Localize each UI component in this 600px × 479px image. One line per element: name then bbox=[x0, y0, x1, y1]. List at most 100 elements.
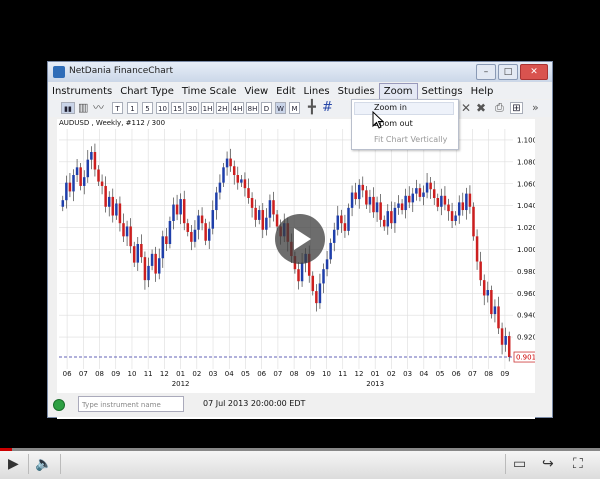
candle-body bbox=[207, 228, 211, 241]
bar-chart-icon[interactable]: ▥ bbox=[78, 101, 88, 115]
candle-body bbox=[422, 192, 425, 197]
candle-body bbox=[393, 207, 397, 224]
candle-body bbox=[390, 211, 393, 224]
subtitles-icon[interactable]: ▭ bbox=[513, 454, 526, 474]
x-tick-label: 03 bbox=[403, 370, 412, 378]
candle-body bbox=[361, 184, 365, 191]
candle-body bbox=[365, 190, 368, 205]
candle-body bbox=[129, 226, 132, 247]
candle-body bbox=[236, 175, 240, 183]
scale-button-t[interactable]: T bbox=[112, 102, 123, 114]
scale-button-1h[interactable]: 1H bbox=[201, 102, 214, 114]
scale-button-5[interactable]: 5 bbox=[142, 102, 153, 114]
hash-icon[interactable]: # bbox=[322, 101, 333, 115]
close-icon[interactable]: ✕ bbox=[461, 101, 471, 115]
candle-body bbox=[93, 152, 97, 170]
candle-body bbox=[254, 207, 257, 220]
candle-body bbox=[86, 159, 90, 178]
menu-chart-type[interactable]: Chart Type bbox=[116, 84, 178, 99]
x-tick-label: 06 bbox=[257, 370, 266, 378]
scale-button-15[interactable]: 15 bbox=[171, 102, 184, 114]
x-tick-label: 08 bbox=[484, 370, 493, 378]
menu-settings[interactable]: Settings bbox=[418, 84, 467, 99]
candle-body bbox=[425, 182, 429, 193]
candle-body bbox=[250, 198, 254, 208]
menu-view[interactable]: View bbox=[240, 84, 272, 99]
close-window-button[interactable]: ✕ bbox=[520, 64, 548, 80]
candle-body bbox=[375, 202, 379, 213]
video-progress-bar[interactable] bbox=[0, 448, 600, 451]
candle-body bbox=[168, 221, 172, 244]
x-tick-label: 01 bbox=[371, 370, 380, 378]
fullscreen-icon[interactable]: ⛶ bbox=[573, 454, 583, 474]
scale-button-8h[interactable]: 8H bbox=[246, 102, 259, 114]
more-icon[interactable]: » bbox=[532, 101, 539, 115]
y-tick-label: 1.0200 bbox=[517, 224, 535, 232]
candle-body bbox=[118, 203, 122, 224]
scale-button-30[interactable]: 30 bbox=[186, 102, 199, 114]
share-icon[interactable]: ↪ bbox=[542, 454, 554, 474]
x-tick-label: 09 bbox=[500, 370, 509, 378]
x-tick-label: 11 bbox=[338, 370, 347, 378]
candle-body bbox=[490, 290, 493, 315]
menu-edit[interactable]: Edit bbox=[272, 84, 299, 99]
volume-icon[interactable]: 🔈 bbox=[35, 454, 52, 474]
line-chart-icon[interactable]: 〰 bbox=[93, 101, 104, 115]
print-icon[interactable]: ⎙ bbox=[495, 101, 504, 115]
scale-button-1[interactable]: 1 bbox=[127, 102, 138, 114]
candle-body bbox=[200, 215, 204, 224]
candle-body bbox=[97, 169, 100, 182]
candle-body bbox=[465, 193, 468, 211]
x-tick-label: 02 bbox=[192, 370, 201, 378]
crosshair-icon[interactable]: ╋ bbox=[308, 101, 316, 115]
y-tick-label: 0.9800 bbox=[517, 268, 535, 276]
candle-body bbox=[75, 167, 79, 175]
candle-body bbox=[468, 193, 472, 207]
x-tick-label: 10 bbox=[322, 370, 331, 378]
scale-button-w[interactable]: W bbox=[275, 102, 286, 114]
menu-help[interactable]: Help bbox=[467, 84, 498, 99]
candle-body bbox=[211, 210, 215, 229]
scale-button-2h[interactable]: 2H bbox=[216, 102, 229, 114]
menu-studies[interactable]: Studies bbox=[334, 84, 379, 99]
candle-body bbox=[415, 188, 418, 194]
scale-button-m[interactable]: M bbox=[289, 102, 300, 114]
menu-instruments[interactable]: Instruments bbox=[48, 84, 116, 99]
x-tick-label: 04 bbox=[225, 370, 234, 378]
x-tick-label: 07 bbox=[273, 370, 282, 378]
maximize-button[interactable]: □ bbox=[498, 64, 518, 80]
candle-body bbox=[432, 189, 436, 198]
candle-body bbox=[104, 185, 107, 207]
price-chart[interactable]: AUDUSD , Weekly, #112 / 300 1.1000 1.0800… bbox=[57, 119, 535, 419]
candle-body bbox=[272, 200, 275, 215]
candle-body bbox=[68, 182, 72, 192]
candle-body bbox=[154, 253, 157, 274]
candle-body bbox=[382, 219, 386, 227]
candle-body bbox=[379, 202, 382, 220]
candle-body bbox=[397, 203, 400, 208]
scale-button-4h[interactable]: 4H bbox=[231, 102, 244, 114]
x-tick-label: 03 bbox=[209, 370, 218, 378]
cross-icon[interactable]: ✖ bbox=[476, 101, 486, 115]
x-tick-label: 09 bbox=[306, 370, 315, 378]
menu-lines[interactable]: Lines bbox=[300, 84, 334, 99]
menu-time-scale[interactable]: Time Scale bbox=[178, 84, 241, 99]
minimize-button[interactable]: – bbox=[476, 64, 496, 80]
save-icon[interactable]: ⊞ bbox=[510, 102, 523, 114]
scale-button-10[interactable]: 10 bbox=[156, 102, 169, 114]
candlestick-icon[interactable]: ▮▮ bbox=[61, 102, 75, 114]
candle-body bbox=[193, 229, 197, 242]
x-tick-label: 05 bbox=[241, 370, 250, 378]
candle-body bbox=[90, 152, 93, 160]
instrument-search-input[interactable]: Type instrument name bbox=[78, 396, 184, 412]
scale-button-d[interactable]: D bbox=[261, 102, 272, 114]
candle-body bbox=[454, 215, 457, 221]
video-play-button[interactable] bbox=[275, 214, 325, 264]
candle-body bbox=[447, 204, 450, 212]
candle-body bbox=[204, 223, 207, 241]
menu-zoom[interactable]: Zoom bbox=[378, 82, 418, 100]
window-title: NetDania FinanceChart bbox=[69, 66, 173, 76]
x-year-label: 2013 bbox=[366, 380, 384, 388]
play-icon[interactable]: ▶ bbox=[8, 454, 19, 474]
fit-chart-vertically-item: Fit Chart Vertically bbox=[374, 135, 448, 144]
